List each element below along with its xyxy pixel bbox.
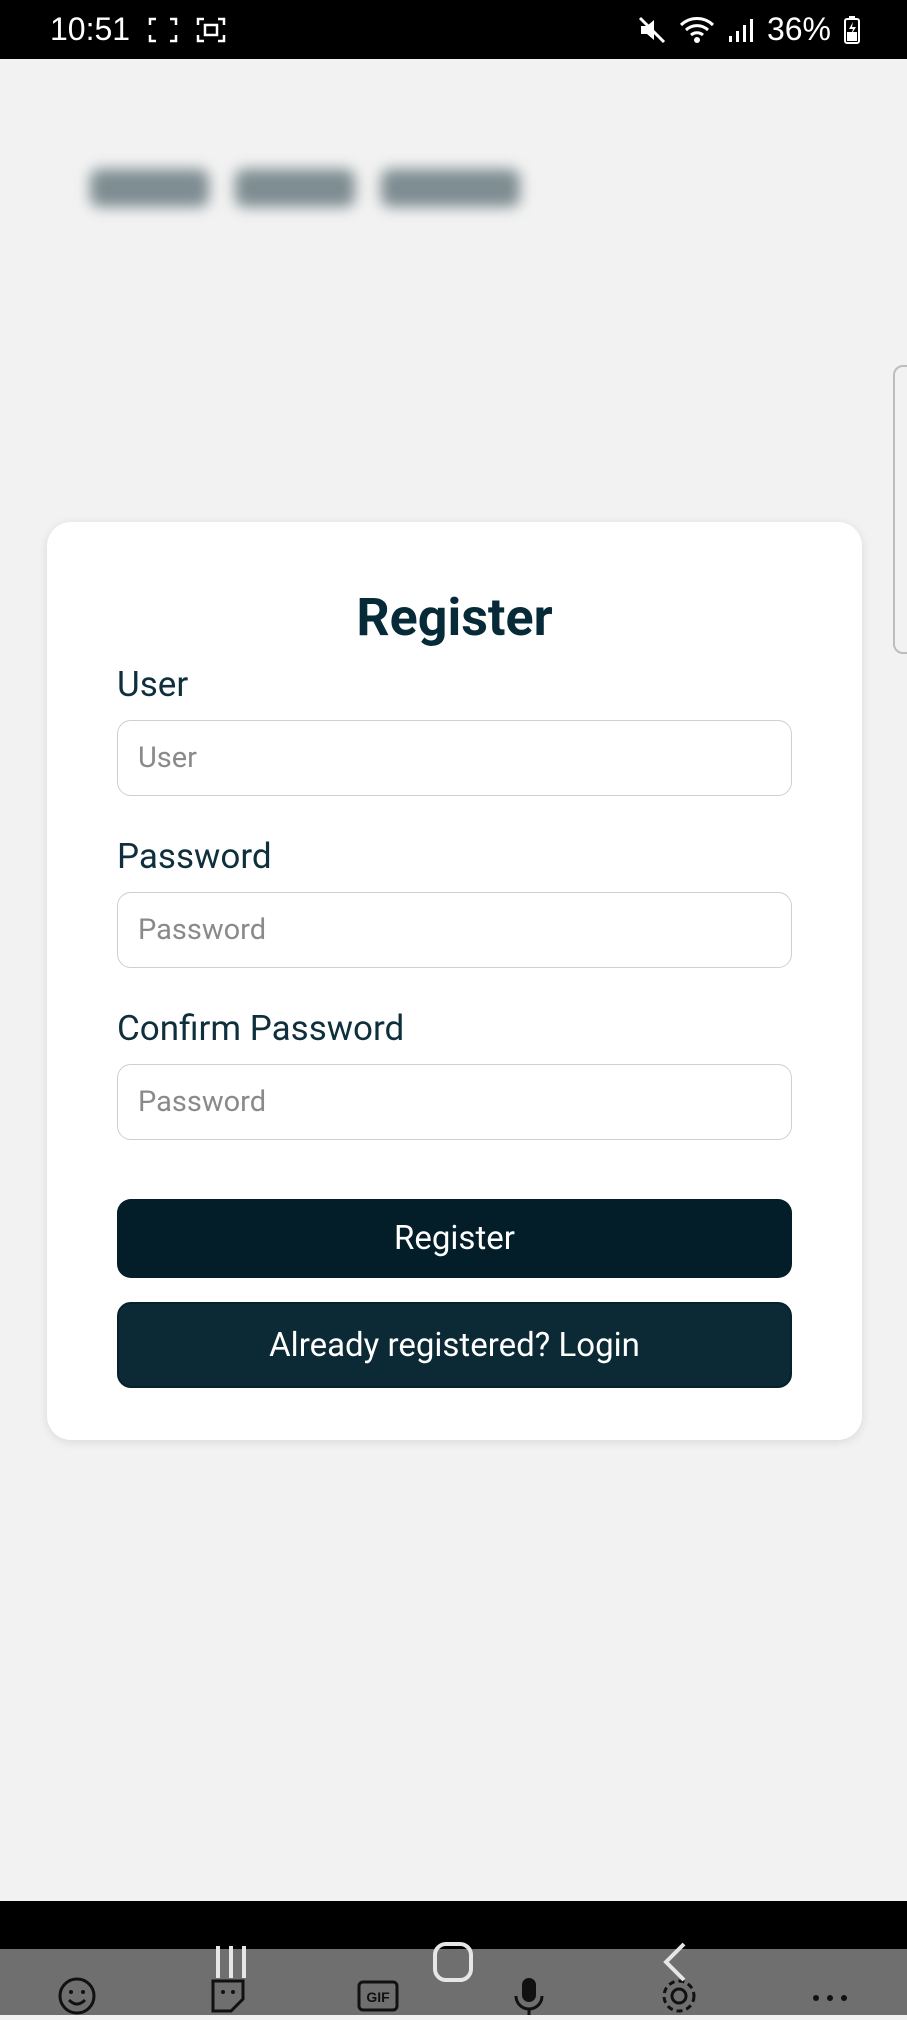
back-icon[interactable] xyxy=(654,1940,698,1984)
password-input[interactable] xyxy=(117,892,792,968)
screen-record-icon xyxy=(196,17,226,43)
wifi-icon xyxy=(679,15,715,45)
status-right: 36% xyxy=(637,11,861,48)
system-nav-icons xyxy=(0,1932,907,1992)
register-card: Register User Password Confirm Password … xyxy=(47,522,862,1440)
screenshot-frame-icon xyxy=(148,17,178,43)
confirm-password-label: Confirm Password xyxy=(117,1008,405,1049)
confirm-password-input[interactable] xyxy=(117,1064,792,1140)
user-input[interactable] xyxy=(117,720,792,796)
login-button[interactable]: Already registered? Login xyxy=(117,1302,792,1388)
battery-percent: 36% xyxy=(766,11,831,47)
user-label: User xyxy=(117,664,189,705)
battery-icon xyxy=(843,15,861,45)
recent-apps-icon[interactable] xyxy=(209,1940,253,1984)
status-time: 10:51 xyxy=(50,11,131,47)
register-button[interactable]: Register xyxy=(117,1199,792,1278)
status-left: 10:51 xyxy=(50,11,226,48)
home-icon[interactable] xyxy=(430,1939,476,1985)
status-bar: 10:51 36% xyxy=(0,0,907,59)
signal-icon xyxy=(727,16,755,44)
side-panel-handle[interactable] xyxy=(893,365,907,654)
password-label: Password xyxy=(117,836,272,877)
brand-logo-blurred xyxy=(90,160,521,216)
page-title: Register xyxy=(356,587,553,648)
mute-icon xyxy=(637,15,667,45)
